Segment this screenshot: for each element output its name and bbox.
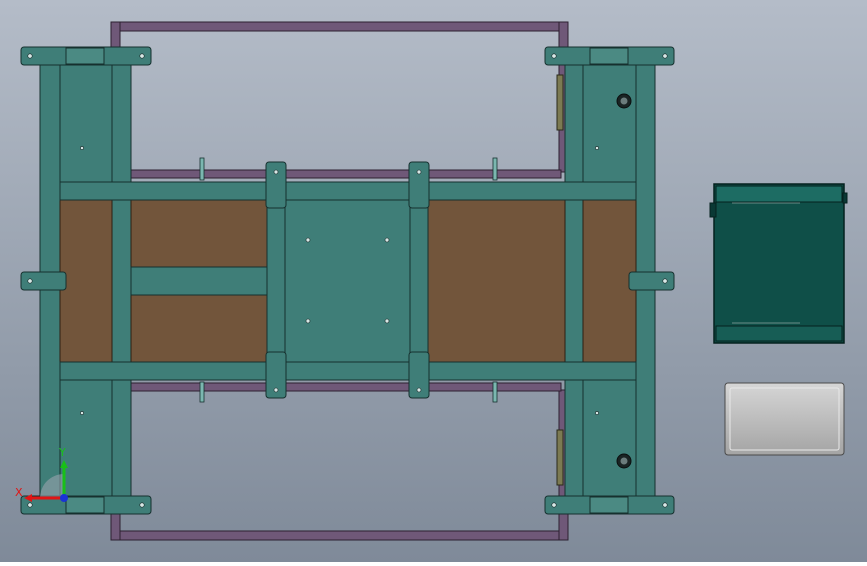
- gray-enclosure: [724, 382, 845, 456]
- right-inner-rail: [564, 59, 584, 513]
- left-vertical-clamp: [265, 161, 287, 399]
- deck-cross-bar: [130, 266, 268, 296]
- control-cabinet: [709, 183, 848, 344]
- top-horizontal-beam: [59, 181, 637, 201]
- triad-x-label: X: [15, 486, 23, 499]
- deck-center-right: [427, 199, 566, 363]
- right-panel-lower: [582, 379, 637, 513]
- cad-scene: Y X: [0, 0, 867, 562]
- right-hinge-lower: [556, 429, 564, 486]
- cad-viewport[interactable]: Y X: [0, 0, 867, 562]
- deck-right: [582, 199, 637, 363]
- bottom-horizontal-beam: [59, 361, 637, 381]
- right-hinge-upper: [556, 74, 564, 131]
- right-vertical-clamp: [408, 161, 430, 399]
- outer-frame-top: [110, 21, 569, 32]
- triad-y-label: Y: [58, 446, 66, 459]
- outer-frame-bottom: [110, 530, 569, 541]
- center-plate: [284, 199, 411, 363]
- left-panel-lower: [59, 379, 113, 513]
- deck-left: [59, 199, 113, 363]
- knob-upper: [616, 93, 632, 109]
- left-inner-rail: [111, 59, 132, 513]
- knob-lower: [616, 453, 632, 469]
- left-panel-upper: [59, 59, 113, 183]
- right-panel-upper: [582, 59, 637, 183]
